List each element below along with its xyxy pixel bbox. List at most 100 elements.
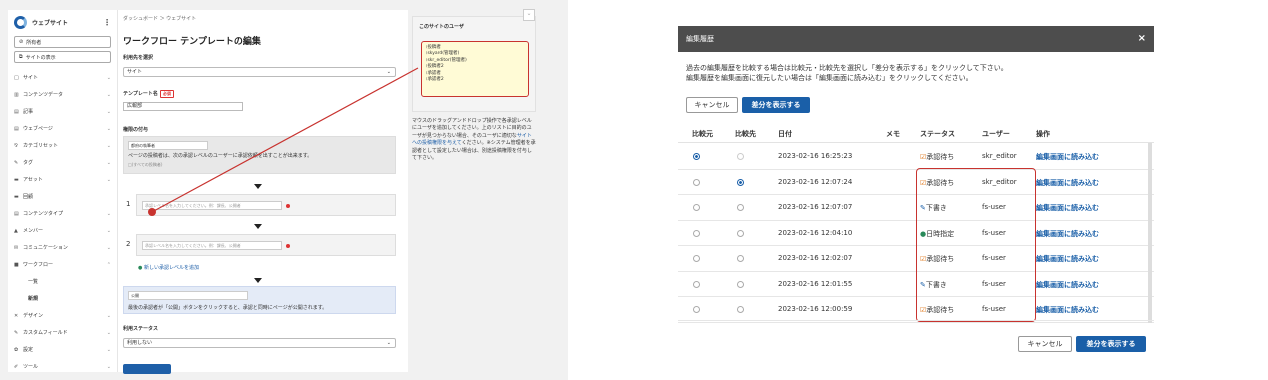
asset-icon: ▬ — [14, 176, 19, 183]
compare-from-radio[interactable] — [693, 153, 700, 160]
collapse-icon[interactable]: ⌄ — [523, 9, 535, 21]
target-select-value: サイト — [127, 69, 143, 75]
chevron-down-icon: ⌄ — [106, 108, 111, 115]
compare-to-radio[interactable] — [737, 204, 744, 211]
sidebar-item-label: コンテンツデータ — [23, 92, 64, 98]
row-status: ✎下書き — [920, 280, 947, 290]
sidebar-item-content-types[interactable]: ▤ コンテンツタイプ ⌄ — [8, 205, 117, 222]
compare-from-radio[interactable] — [693, 255, 700, 262]
sidebar-item-custom-fields[interactable]: ✎ カスタムフィールド ⌄ — [8, 324, 117, 341]
sidebar-item-assets[interactable]: ▬ アセット ⌄ — [8, 171, 117, 188]
more-menu-icon[interactable]: ⋮ — [103, 18, 111, 27]
sidebar-item-pages[interactable]: ▤ ウェブページ ⌄ — [8, 120, 117, 137]
footer-show-diff-button[interactable]: 差分を表示する — [1076, 336, 1146, 352]
sidebar-item-communication[interactable]: ✉ コミュニケーション ⌄ — [8, 239, 117, 256]
row-date: 2023-02-16 12:07:07 — [778, 203, 853, 211]
add-level-link[interactable]: ● 新しい承認レベルを追加 — [138, 264, 199, 271]
breadcrumb[interactable]: ダッシュボード ＞ ウェブサイト — [123, 15, 196, 22]
col-compare-to: 比較先 — [735, 130, 756, 138]
delete-step-icon[interactable] — [286, 244, 290, 248]
row-user: fs-user — [982, 279, 1006, 288]
publish-level-name[interactable]: 公開 — [128, 291, 248, 300]
load-to-editor-link[interactable]: 編集画面に読み込む — [1036, 229, 1099, 239]
sidebar-item-members[interactable]: ▲ メンバー ⌄ — [8, 222, 117, 239]
compare-to-radio[interactable] — [737, 280, 744, 288]
owner-button[interactable]: ⊘ 所有者 — [14, 36, 111, 48]
site-users-title: このサイトのユーザ — [419, 24, 464, 30]
sidebar-item-workflow[interactable]: ■ ワークフロー ⌃ — [8, 256, 117, 273]
sidebar-subitem-list[interactable]: 一覧 — [8, 273, 117, 290]
chevron-down-icon: ⌄ — [106, 142, 111, 149]
modal-description: 過去の編集履歴を比較する場合は比較元・比較先を選択し「差分を表示する」をクリック… — [686, 63, 1008, 83]
compare-to-radio[interactable] — [737, 178, 744, 186]
load-to-editor-link[interactable]: 編集画面に読み込む — [1036, 254, 1099, 264]
approval-step-1[interactable]: 承認レベル名を入力してください。例：課長、公開者 — [136, 194, 396, 216]
sidebar-item-tags[interactable]: ✎ タグ ⌄ — [8, 154, 117, 171]
add-level-label: 新しい承認レベルを追加 — [143, 265, 199, 271]
step-name-input[interactable]: 承認レベル名を入力してください。例：課長、公開者 — [142, 241, 282, 250]
sidebar-item-design[interactable]: ✕ デザイン ⌄ — [8, 307, 117, 324]
sidebar-item-site[interactable]: □ サイト ⌄ — [8, 69, 117, 86]
target-select[interactable]: サイト ⌄ — [123, 67, 396, 77]
modal-description-line: 編集履歴を編集画面に復元したい場合は「編集画面に読み込む」をクリックしてください… — [686, 74, 973, 82]
show-diff-button[interactable]: 差分を表示する — [742, 97, 810, 113]
communication-icon: ✉ — [14, 244, 19, 251]
sidebar-item-entries[interactable]: ▤ 記事 ⌄ — [8, 103, 117, 120]
sidebar-item-label: 回顧 — [23, 194, 34, 200]
page-title: ワークフロー テンプレートの編集 — [123, 37, 261, 47]
users-panel-help: マウスのドラッグアンドドロップ操作で各承認レベルにユーザを追加してください。上の… — [412, 118, 536, 162]
row-status: ☑承認待ち — [920, 254, 954, 264]
sidebar-item-tools[interactable]: ✐ ツール ⌄ — [8, 358, 117, 375]
user-item[interactable]: ⁝承認者2 — [426, 77, 524, 83]
sidebar-item-label: 設定 — [23, 347, 34, 353]
compare-to-radio[interactable] — [737, 153, 744, 160]
load-to-editor-link[interactable]: 編集画面に読み込む — [1036, 203, 1099, 213]
retrospect-icon: ▬ — [14, 193, 19, 200]
sidebar-item-retrospect[interactable]: ▬ 回顧 — [8, 188, 117, 205]
template-name-label: テンプレート名 必須 — [123, 90, 174, 98]
template-name-input[interactable]: 広報部 — [123, 102, 243, 111]
approval-step-2[interactable]: 承認レベル名を入力してください。例：課長、公開者 — [136, 234, 396, 256]
row-status: ✎下書き — [920, 203, 947, 213]
compare-from-radio[interactable] — [693, 306, 700, 313]
compare-from-radio[interactable] — [693, 229, 700, 237]
sidebar-subitem-new[interactable]: 新規 — [8, 290, 117, 307]
row-status-label: 承認待ち — [926, 153, 955, 161]
load-to-editor-link[interactable]: 編集画面に読み込む — [1036, 152, 1099, 162]
user-name: 承認者2 — [427, 77, 444, 83]
site-users-list: ⁝投稿者 ⁝skyard(管理者) ⁝skr_editor(管理者) ⁝投稿者2… — [421, 41, 529, 97]
compare-from-radio[interactable] — [693, 280, 700, 288]
compare-to-radio[interactable] — [737, 306, 744, 313]
step-name-input[interactable]: 承認レベル名を入力してください。例：課長、公開者 — [142, 201, 282, 210]
sidebar-brand[interactable]: ウェブサイト ⋮ — [8, 10, 117, 34]
external-link-icon: ⧉ — [19, 54, 23, 60]
status-select[interactable]: 利用しない ⌄ — [123, 338, 396, 348]
sidebar-item-category-sets[interactable]: ⅋ カテゴリセット ⌄ — [8, 137, 117, 154]
save-button[interactable] — [123, 364, 171, 374]
load-to-editor-link[interactable]: 編集画面に読み込む — [1036, 305, 1099, 315]
delete-step-icon[interactable] — [286, 204, 290, 208]
table-scrollbar[interactable] — [1148, 143, 1152, 323]
compare-to-radio[interactable] — [737, 229, 744, 237]
sidebar-item-settings[interactable]: ✿ 設定 ⌄ — [8, 341, 117, 358]
view-site-button[interactable]: ⧉ サイトの表示 — [14, 51, 111, 63]
chevron-down-icon: ⌄ — [106, 176, 111, 183]
load-to-editor-link[interactable]: 編集画面に読み込む — [1036, 178, 1099, 188]
row-status: ☑承認待ち — [920, 152, 954, 162]
view-site-button-label: サイトの表示 — [25, 54, 56, 61]
chevron-down-icon: ⌄ — [106, 312, 111, 319]
chevron-down-icon: ⌄ — [106, 159, 111, 166]
compare-to-radio[interactable] — [737, 255, 744, 262]
compare-from-radio[interactable] — [693, 204, 700, 211]
cancel-button[interactable]: キャンセル — [686, 97, 738, 113]
publish-level-desc: 最後の承認者が「公開」ボタンをクリックすると、承認と同時にページが公開されます。 — [128, 305, 328, 311]
modal-header: 編集履歴 × — [678, 26, 1154, 52]
author-level-name[interactable]: 都府の執筆者 — [128, 141, 208, 150]
user-name: 投稿者 — [427, 45, 441, 50]
close-icon[interactable]: × — [1138, 26, 1146, 52]
content-type-icon: ▤ — [14, 210, 19, 217]
footer-cancel-button[interactable]: キャンセル — [1018, 336, 1072, 352]
compare-from-radio[interactable] — [693, 178, 700, 186]
load-to-editor-link[interactable]: 編集画面に読み込む — [1036, 280, 1099, 290]
sidebar-item-content-data[interactable]: ▥ コンテンツデータ ⌄ — [8, 86, 117, 103]
